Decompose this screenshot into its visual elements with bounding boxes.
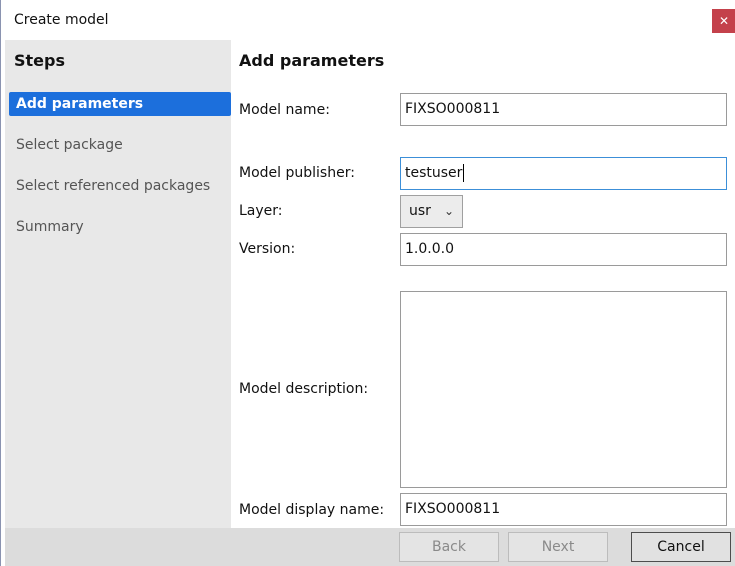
next-button[interactable]: Next: [508, 532, 608, 562]
title-bar: Create model ✕: [2, 0, 735, 40]
version-label: Version:: [239, 241, 296, 257]
model-display-name-label: Model display name:: [239, 502, 385, 518]
version-input[interactable]: 1.0.0.0: [400, 233, 727, 266]
model-display-name-input[interactable]: FIXSO000811: [400, 493, 727, 526]
model-publisher-label: Model publisher:: [239, 165, 355, 181]
steps-heading: Steps: [14, 51, 65, 70]
step-select-referenced-packages[interactable]: Select referenced packages: [9, 174, 231, 198]
model-name-value: FIXSO000811: [405, 101, 501, 117]
chevron-down-icon: ⌄: [443, 204, 454, 218]
model-display-name-value: FIXSO000811: [405, 501, 501, 517]
layer-label: Layer:: [239, 203, 283, 219]
page-title: Add parameters: [239, 51, 385, 70]
model-name-label: Model name:: [239, 102, 330, 118]
steps-sidebar: Steps Add parameters Select package Sele…: [5, 40, 231, 528]
window-title: Create model: [14, 12, 109, 28]
step-summary[interactable]: Summary: [9, 215, 231, 239]
model-description-label: Model description:: [239, 381, 369, 397]
dialog-footer: [5, 528, 735, 566]
close-icon: ✕: [718, 14, 730, 28]
model-publisher-input[interactable]: testuser: [400, 157, 727, 190]
cancel-button[interactable]: Cancel: [631, 532, 731, 562]
step-select-package[interactable]: Select package: [9, 133, 231, 157]
version-value: 1.0.0.0: [405, 241, 454, 257]
layer-value: usr: [409, 203, 431, 219]
model-description-textarea[interactable]: [400, 291, 727, 488]
layer-select[interactable]: usr ⌄: [400, 195, 463, 228]
model-name-input[interactable]: FIXSO000811: [400, 93, 727, 126]
create-model-dialog: Create model ✕ Steps Add parameters Sele…: [0, 0, 735, 566]
close-button[interactable]: ✕: [712, 9, 735, 33]
step-add-parameters[interactable]: Add parameters: [9, 92, 231, 116]
text-caret: [463, 164, 465, 182]
back-button[interactable]: Back: [399, 532, 499, 562]
model-publisher-value: testuser: [405, 165, 463, 181]
